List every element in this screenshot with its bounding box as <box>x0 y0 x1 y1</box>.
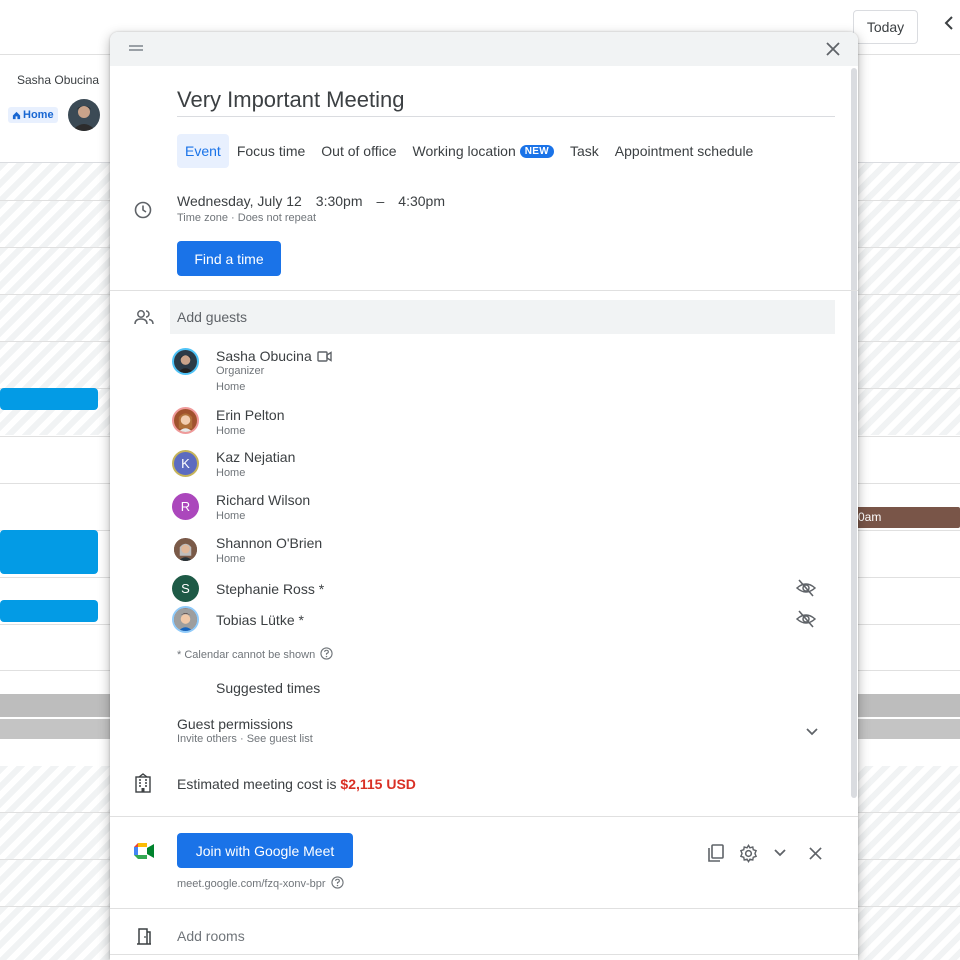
calendar-event[interactable] <box>0 600 98 622</box>
video-camera-icon <box>316 350 332 362</box>
avatar <box>172 536 199 563</box>
help-icon[interactable] <box>330 876 344 892</box>
calendar-event[interactable] <box>0 530 98 574</box>
meet-link: meet.google.com/fzq-xonv-bpr <box>177 876 344 892</box>
avatar <box>172 606 199 633</box>
guest-location: Home <box>216 553 246 565</box>
avatar: K <box>172 450 199 477</box>
avatar: R <box>172 493 199 520</box>
tab-label: Event <box>185 143 221 159</box>
new-badge: NEW <box>519 144 554 158</box>
guest-name: Tobias Lütke * <box>216 612 304 628</box>
calendar-user-name: Sasha Obucina <box>17 73 100 87</box>
tab-appointment-schedule[interactable]: Appointment schedule <box>607 134 762 168</box>
gear-icon[interactable] <box>738 843 758 863</box>
today-button[interactable]: Today <box>853 10 918 44</box>
tab-label: Appointment schedule <box>614 143 754 159</box>
timezone-link[interactable]: Time zone <box>177 212 228 224</box>
guest-location: Home <box>216 425 246 437</box>
guest-name: Kaz Nejatian <box>216 449 296 465</box>
avatar: S <box>172 575 199 602</box>
invite-others-label: Invite others <box>177 733 237 745</box>
guest-location: Home <box>216 381 246 393</box>
calendar-event[interactable] <box>0 388 98 410</box>
help-icon[interactable] <box>320 647 333 663</box>
meeting-cost-prefix: Estimated meeting cost is <box>177 776 341 792</box>
suggested-times-button[interactable]: Suggested times <box>216 680 320 696</box>
tab-label: Task <box>570 143 599 159</box>
event-datetime[interactable]: Wednesday, July 12 3:30pm –4:30pm <box>177 193 459 209</box>
building-icon <box>132 772 154 794</box>
guest-name: Richard Wilson <box>216 492 311 508</box>
add-rooms-button[interactable]: Add rooms <box>177 928 245 944</box>
door-icon <box>134 926 154 946</box>
chevron-left-icon[interactable] <box>944 16 954 35</box>
separator-dot: · <box>239 733 244 745</box>
tab-event[interactable]: Event <box>177 134 229 168</box>
tab-label: Focus time <box>236 143 306 159</box>
avatar <box>172 407 199 434</box>
tab-label: Working location <box>412 143 516 159</box>
google-meet-icon <box>134 842 154 860</box>
chevron-down-icon[interactable] <box>770 844 790 862</box>
avatar <box>172 348 199 375</box>
guest-role: Organizer <box>216 365 265 377</box>
tab-focus-time[interactable]: Focus time <box>229 134 313 168</box>
guest-permissions-title[interactable]: Guest permissions <box>177 716 293 732</box>
close-icon[interactable] <box>805 843 825 863</box>
guest-location: Home <box>216 467 246 479</box>
join-google-meet-button[interactable]: Join with Google Meet <box>177 833 353 868</box>
calendar-note-text: * Calendar cannot be shown <box>177 649 316 661</box>
meet-link-text[interactable]: meet.google.com/fzq-xonv-bpr <box>177 878 326 890</box>
guest-location: Home <box>216 510 246 522</box>
clock-icon <box>134 200 152 220</box>
timezone-repeat-line: Time zone · Does not repeat <box>177 212 316 224</box>
tab-task[interactable]: Task <box>562 134 607 168</box>
event-start-time[interactable]: 3:30pm <box>316 193 363 209</box>
dialog-scrollbar[interactable] <box>851 68 857 798</box>
meeting-cost: Estimated meeting cost is $2,115 USD <box>177 776 416 792</box>
guest-permissions-summary: Invite others · See guest list <box>177 733 313 745</box>
guest-name: Stephanie Ross * <box>216 581 325 597</box>
event-end-time[interactable]: 4:30pm <box>398 193 445 209</box>
event-date[interactable]: Wednesday, July 12 <box>177 193 302 209</box>
eye-off-icon[interactable] <box>795 610 817 633</box>
home-icon <box>12 111 21 119</box>
tab-label: Out of office <box>321 143 397 159</box>
eye-off-icon[interactable] <box>795 579 817 602</box>
avatar[interactable] <box>68 99 100 131</box>
see-guest-list-label: See guest list <box>246 733 313 745</box>
people-icon <box>133 307 155 327</box>
drag-handle-icon[interactable] <box>129 45 143 51</box>
copy-icon[interactable] <box>706 843 726 863</box>
avatar-initial: K <box>181 456 190 471</box>
find-time-button[interactable]: Find a time <box>177 241 281 276</box>
time-dash: – <box>376 193 385 209</box>
guest-name: Shannon O'Brien <box>216 535 323 551</box>
event-title-input[interactable] <box>177 84 835 117</box>
calendar-note: * Calendar cannot be shown <box>177 647 333 663</box>
meeting-cost-amount: $2,115 USD <box>340 776 416 792</box>
close-icon[interactable] <box>823 39 843 59</box>
chevron-down-icon[interactable] <box>803 723 821 741</box>
tab-out-of-office[interactable]: Out of office <box>313 134 404 168</box>
add-guests-input[interactable] <box>170 300 835 334</box>
dialog-header <box>110 32 858 66</box>
repeat-selector[interactable]: Does not repeat <box>238 212 316 224</box>
calendar-event[interactable]: 0am <box>852 507 960 528</box>
guest-name: Sasha Obucina <box>216 348 312 364</box>
home-location-chip: Home <box>8 107 58 123</box>
guest-name: Erin Pelton <box>216 407 285 423</box>
avatar-initial: S <box>181 581 190 596</box>
separator-dot: · <box>231 212 235 224</box>
avatar-initial: R <box>180 499 191 514</box>
event-type-tabs: Event Focus time Out of office Working l… <box>177 134 761 168</box>
home-chip-label: Home <box>23 109 54 121</box>
tab-working-location[interactable]: Working location NEW <box>405 134 562 168</box>
event-dialog: Event Focus time Out of office Working l… <box>110 32 858 960</box>
